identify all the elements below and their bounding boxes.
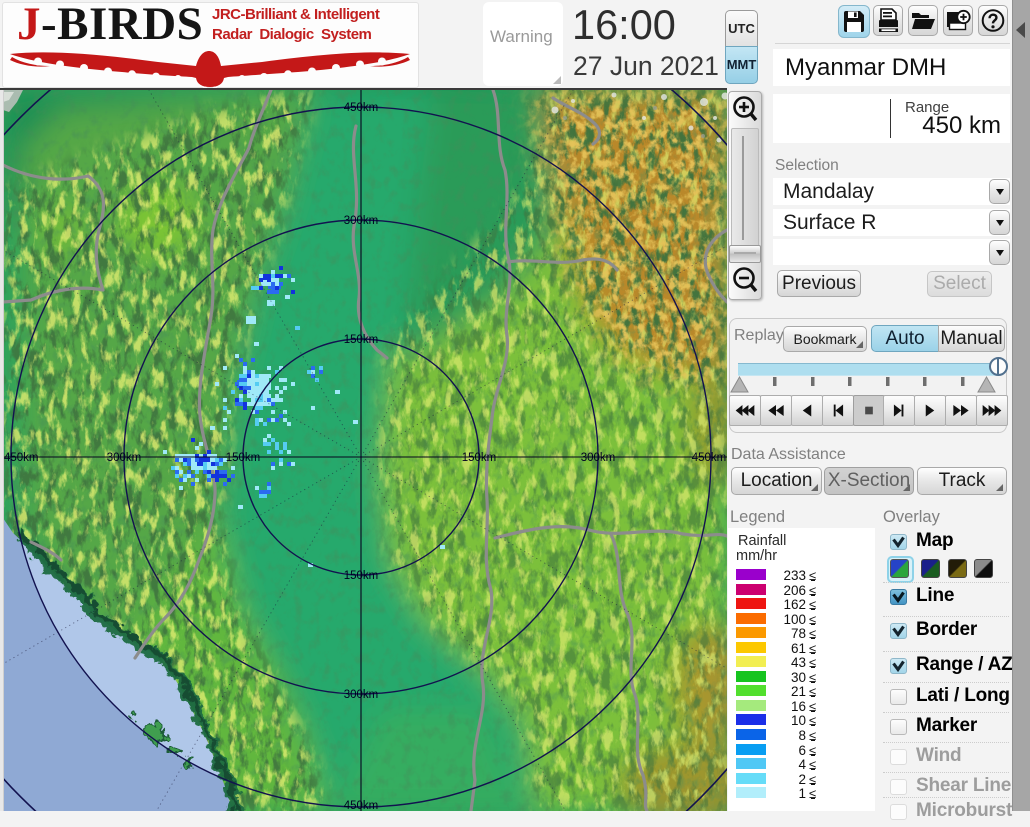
svg-text:450km: 450km [344, 800, 379, 811]
svg-text:300km: 300km [581, 452, 616, 464]
svg-text:150km: 150km [344, 334, 379, 346]
svg-text:150km: 150km [344, 570, 379, 582]
svg-text:450km: 450km [4, 452, 39, 464]
svg-text:300km: 300km [107, 452, 142, 464]
svg-text:300km: 300km [344, 689, 379, 701]
svg-text:300km: 300km [344, 215, 379, 227]
svg-text:450km: 450km [692, 452, 727, 464]
svg-text:150km: 150km [462, 452, 497, 464]
svg-text:150km: 150km [226, 452, 261, 464]
svg-text:450km: 450km [344, 102, 379, 114]
